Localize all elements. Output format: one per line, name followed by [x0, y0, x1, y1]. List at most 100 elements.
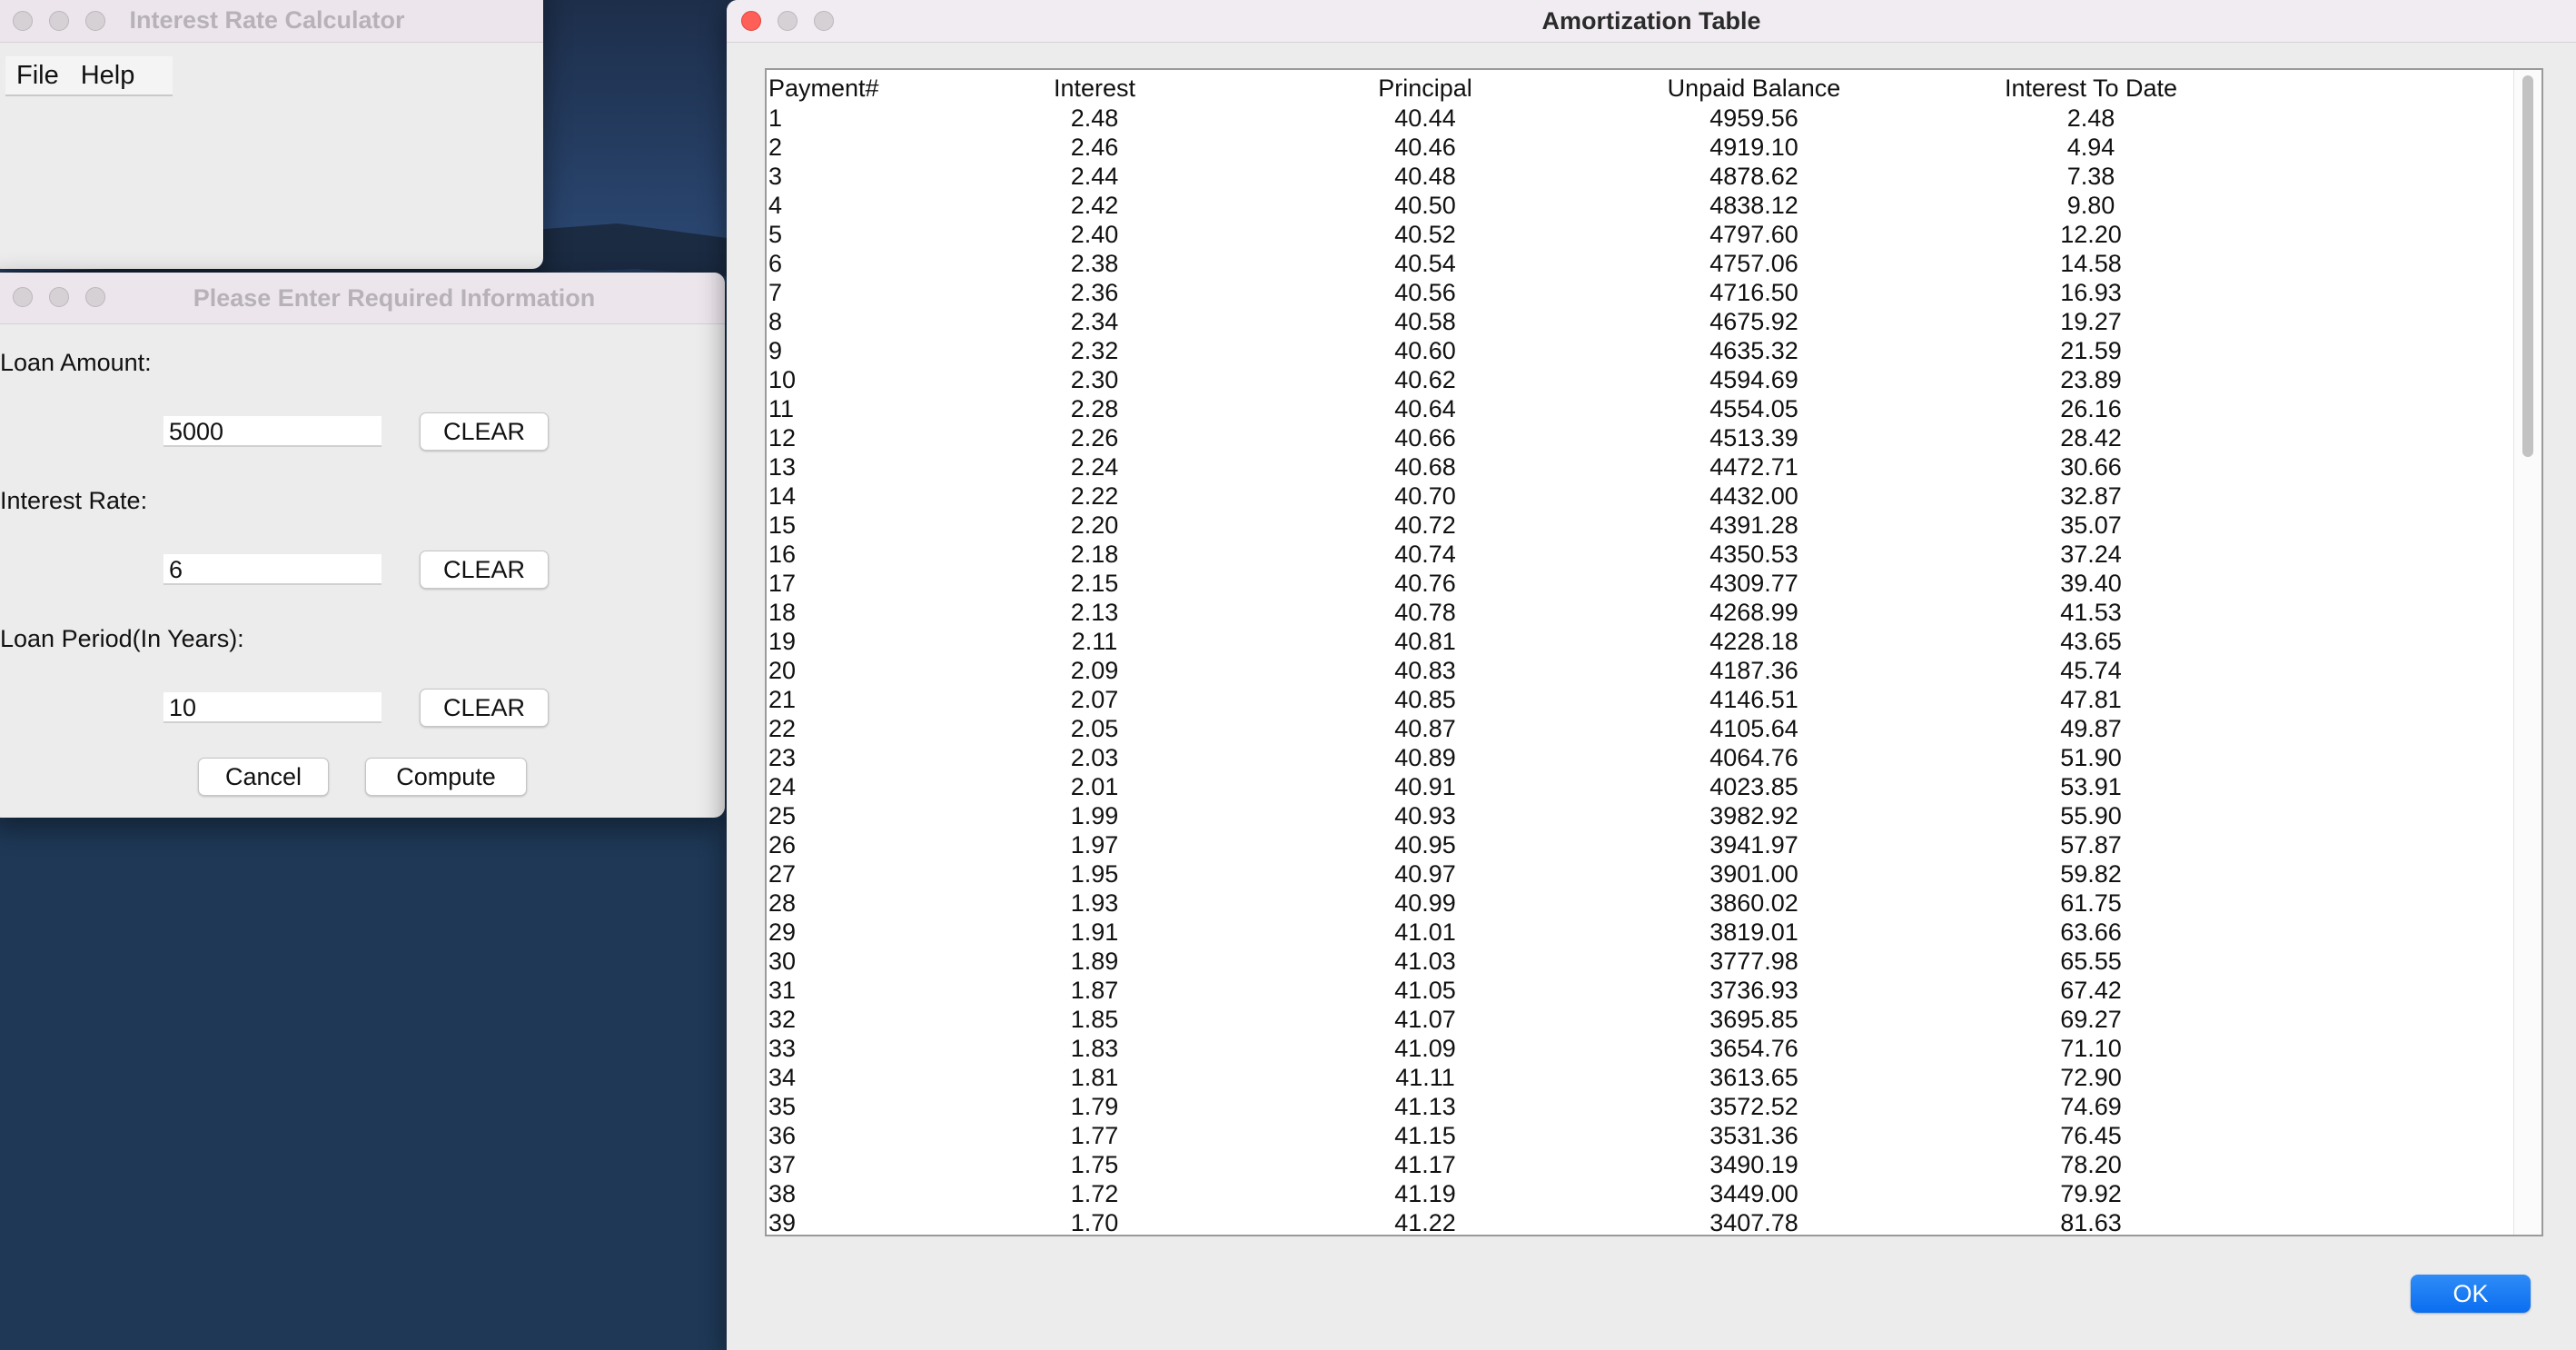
principal-cell: 41.09: [1394, 1035, 1456, 1062]
table-row[interactable]: 29 1.91 41.01 3819.01 63.66: [767, 917, 2511, 946]
table-row[interactable]: 14 2.22 40.70 4432.00 32.87: [767, 481, 2511, 510]
unpaid-balance-cell: 4432.00: [1709, 482, 1798, 510]
payment-number-cell: 8: [768, 308, 783, 335]
amortization-table[interactable]: Payment# Interest Principal Unpaid Balan…: [765, 68, 2543, 1236]
payment-number-cell: 1: [768, 104, 783, 132]
cancel-button[interactable]: Cancel: [198, 758, 329, 796]
input-dialog-title: Please Enter Required Information: [193, 284, 596, 312]
interest-cell: 1.81: [1070, 1064, 1119, 1091]
table-row[interactable]: 2 2.46 40.46 4919.10 4.94: [767, 132, 2511, 161]
unpaid-balance-cell: 4838.12: [1709, 192, 1798, 219]
interest-to-date-cell: 49.87: [2060, 715, 2122, 742]
menu-file[interactable]: File: [5, 57, 70, 94]
table-row[interactable]: 17 2.15 40.76 4309.77 39.40: [767, 568, 2511, 597]
interest-cell: 2.28: [1070, 395, 1119, 422]
loan-amount-input[interactable]: [163, 416, 381, 447]
unpaid-balance-cell: 3819.01: [1709, 918, 1798, 946]
principal-cell: 40.91: [1394, 773, 1456, 800]
table-body: Payment# Interest Principal Unpaid Balan…: [767, 70, 2511, 1236]
interest-to-date-cell: 67.42: [2060, 977, 2122, 1004]
table-row[interactable]: 27 1.95 40.97 3901.00 59.82: [767, 859, 2511, 888]
table-row[interactable]: 10 2.30 40.62 4594.69 23.89: [767, 364, 2511, 393]
table-row[interactable]: 9 2.32 40.60 4635.32 21.59: [767, 335, 2511, 364]
interest-cell: 2.34: [1070, 308, 1119, 335]
unpaid-balance-cell: 3736.93: [1709, 977, 1798, 1004]
table-row[interactable]: 7 2.36 40.56 4716.50 16.93: [767, 277, 2511, 306]
principal-cell: 40.58: [1394, 308, 1456, 335]
table-row[interactable]: 38 1.72 41.19 3449.00 79.92: [767, 1178, 2511, 1207]
vertical-scrollbar[interactable]: [2513, 70, 2541, 1235]
column-header-unpaid-balance: Unpaid Balance: [1667, 74, 1841, 102]
unpaid-balance-cell: 4594.69: [1709, 366, 1798, 393]
table-row[interactable]: 20 2.09 40.83 4187.36 45.74: [767, 655, 2511, 684]
table-row[interactable]: 1 2.48 40.44 4959.56 2.48: [767, 103, 2511, 132]
interest-to-date-cell: 2.48: [2066, 104, 2115, 132]
table-row[interactable]: 30 1.89 41.03 3777.98 65.55: [767, 946, 2511, 975]
unpaid-balance-cell: 3449.00: [1709, 1180, 1798, 1207]
unpaid-balance-cell: 4309.77: [1709, 570, 1798, 597]
scrollbar-thumb[interactable]: [2522, 75, 2533, 457]
table-row[interactable]: 8 2.34 40.58 4675.92 19.27: [767, 306, 2511, 335]
unpaid-balance-cell: 3941.97: [1709, 831, 1798, 859]
table-row[interactable]: 35 1.79 41.13 3572.52 74.69: [767, 1091, 2511, 1120]
table-row[interactable]: 33 1.83 41.09 3654.76 71.10: [767, 1033, 2511, 1062]
table-row[interactable]: 31 1.87 41.05 3736.93 67.42: [767, 975, 2511, 1004]
interest-cell: 1.75: [1070, 1151, 1119, 1178]
table-row[interactable]: 15 2.20 40.72 4391.28 35.07: [767, 510, 2511, 539]
table-row[interactable]: 37 1.75 41.17 3490.19 78.20: [767, 1149, 2511, 1178]
principal-cell: 40.85: [1394, 686, 1456, 713]
principal-cell: 41.07: [1394, 1006, 1456, 1033]
principal-cell: 40.66: [1394, 424, 1456, 452]
clear-interest-rate-button[interactable]: CLEAR: [420, 551, 549, 589]
menu-help[interactable]: Help: [70, 57, 146, 94]
payment-number-cell: 18: [768, 599, 797, 626]
table-row[interactable]: 25 1.99 40.93 3982.92 55.90: [767, 800, 2511, 829]
table-row[interactable]: 12 2.26 40.66 4513.39 28.42: [767, 422, 2511, 452]
table-row[interactable]: 18 2.13 40.78 4268.99 41.53: [767, 597, 2511, 626]
table-row[interactable]: 28 1.93 40.99 3860.02 61.75: [767, 888, 2511, 917]
unpaid-balance-cell: 4554.05: [1709, 395, 1798, 422]
interest-to-date-cell: 43.65: [2060, 628, 2122, 655]
clear-loan-period-button[interactable]: CLEAR: [420, 689, 549, 727]
table-row[interactable]: 4 2.42 40.50 4838.12 9.80: [767, 190, 2511, 219]
unpaid-balance-cell: 4472.71: [1709, 453, 1798, 481]
interest-rate-input[interactable]: [163, 554, 381, 585]
payment-number-cell: 23: [768, 744, 797, 771]
interest-to-date-cell: 16.93: [2060, 279, 2122, 306]
unpaid-balance-cell: 3531.36: [1709, 1122, 1798, 1149]
table-row[interactable]: 6 2.38 40.54 4757.06 14.58: [767, 248, 2511, 277]
table-row[interactable]: 21 2.07 40.85 4146.51 47.81: [767, 684, 2511, 713]
table-row[interactable]: 32 1.85 41.07 3695.85 69.27: [767, 1004, 2511, 1033]
table-row[interactable]: 11 2.28 40.64 4554.05 26.16: [767, 393, 2511, 422]
table-row[interactable]: 13 2.24 40.68 4472.71 30.66: [767, 452, 2511, 481]
interest-cell: 2.42: [1070, 192, 1119, 219]
table-row[interactable]: 24 2.01 40.91 4023.85 53.91: [767, 771, 2511, 800]
table-row[interactable]: 36 1.77 41.15 3531.36 76.45: [767, 1120, 2511, 1149]
payment-number-cell: 22: [768, 715, 797, 742]
principal-cell: 40.44: [1394, 104, 1456, 132]
compute-button[interactable]: Compute: [365, 758, 527, 796]
unpaid-balance-cell: 4187.36: [1709, 657, 1798, 684]
loan-period-input[interactable]: [163, 692, 381, 723]
interest-to-date-cell: 4.94: [2066, 134, 2115, 161]
principal-cell: 40.60: [1394, 337, 1456, 364]
clear-loan-amount-button[interactable]: CLEAR: [420, 412, 549, 451]
interest-cell: 1.72: [1070, 1180, 1119, 1207]
unpaid-balance-cell: 3777.98: [1709, 948, 1798, 975]
table-row[interactable]: 3 2.44 40.48 4878.62 7.38: [767, 161, 2511, 190]
table-row[interactable]: 34 1.81 41.11 3613.65 72.90: [767, 1062, 2511, 1091]
table-row[interactable]: 22 2.05 40.87 4105.64 49.87: [767, 713, 2511, 742]
unpaid-balance-cell: 4350.53: [1709, 541, 1798, 568]
table-row[interactable]: 23 2.03 40.89 4064.76 51.90: [767, 742, 2511, 771]
ok-button[interactable]: OK: [2411, 1275, 2531, 1313]
table-row[interactable]: 16 2.18 40.74 4350.53 37.24: [767, 539, 2511, 568]
table-row[interactable]: 19 2.11 40.81 4228.18 43.65: [767, 626, 2511, 655]
interest-to-date-cell: 53.91: [2060, 773, 2122, 800]
interest-cell: 1.70: [1070, 1209, 1119, 1236]
input-dialog: Please Enter Required Information Loan A…: [0, 273, 725, 818]
principal-cell: 40.54: [1394, 250, 1456, 277]
table-row[interactable]: 26 1.97 40.95 3941.97 57.87: [767, 829, 2511, 859]
interest-to-date-cell: 47.81: [2060, 686, 2122, 713]
table-row[interactable]: 39 1.70 41.22 3407.78 81.63: [767, 1207, 2511, 1236]
table-row[interactable]: 5 2.40 40.52 4797.60 12.20: [767, 219, 2511, 248]
